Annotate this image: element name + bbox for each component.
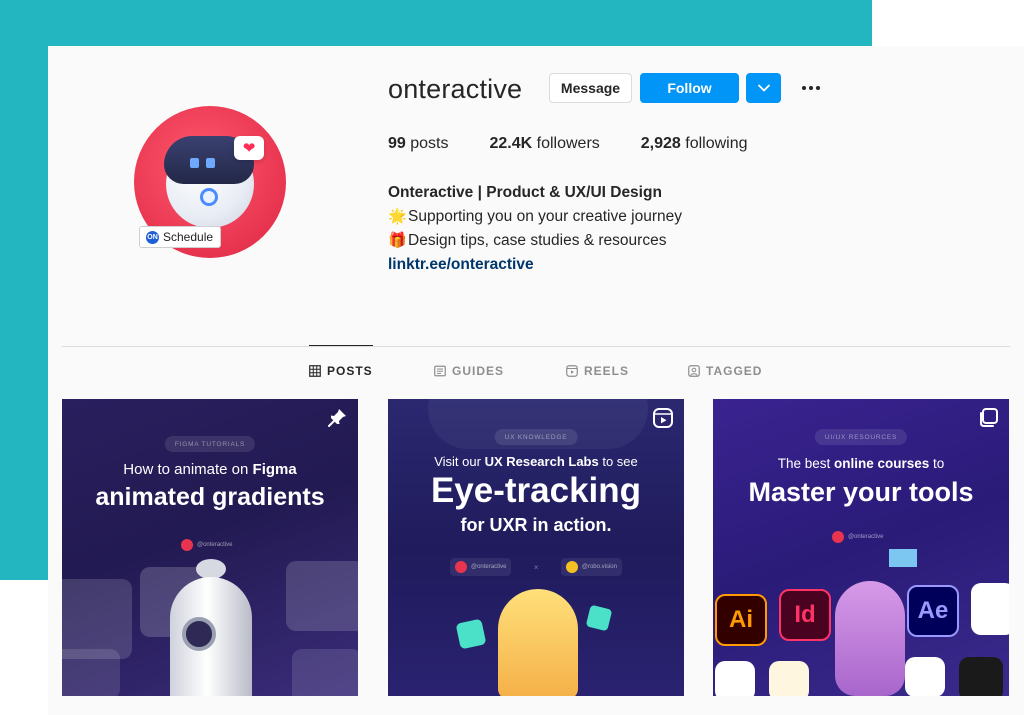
post-tile-3[interactable]: UI/UX RESOURCES The best online courses … <box>713 399 1009 696</box>
tab-posts[interactable]: POSTS <box>309 364 373 378</box>
profile-tabs: POSTS GUIDES REELS TAGGED <box>48 364 1024 384</box>
posts-label: posts <box>405 135 449 152</box>
tab-guides-label: GUIDES <box>452 364 505 378</box>
more-options-icon[interactable] <box>798 73 824 103</box>
robot-ring-icon <box>200 188 218 206</box>
carousel-icon <box>980 408 998 427</box>
post-2-line-1: Visit our UX Research Labs to see <box>434 454 638 469</box>
tagged-icon <box>688 365 700 377</box>
bio-line-1: 🌟Supporting you on your creative journey <box>388 205 682 229</box>
bio-line-2-text: Design tips, case studies & resources <box>408 232 667 249</box>
post-1-line-1: How to animate on Figma <box>123 461 297 478</box>
post-1-headline: animated gradients <box>95 483 325 511</box>
followers-count: 22.4K <box>489 135 533 152</box>
follow-button[interactable]: Follow <box>640 73 739 103</box>
username: onteractive <box>388 74 523 104</box>
post-tile-2[interactable]: UX KNOWLEDGE Visit our UX Research Labs … <box>388 399 684 696</box>
schedule-label: Schedule <box>163 230 214 244</box>
person-illustration <box>498 589 578 696</box>
following-count: 2,928 <box>640 135 681 152</box>
app-icon <box>905 657 945 696</box>
post-2-handles: @onteractive × @robo.vision <box>450 556 622 578</box>
onteractive-logo-icon <box>455 561 467 573</box>
star-icon: 🌟 <box>388 208 407 225</box>
following-label: following <box>680 135 748 152</box>
post-2-line-3: for UXR in action. <box>460 515 612 535</box>
indesign-app-icon: Id <box>779 589 831 641</box>
posts-stat[interactable]: 99 posts <box>388 135 448 153</box>
post-1-handle: @onteractive <box>181 539 232 551</box>
procreate-app-icon <box>959 657 1003 696</box>
post-1-category: FIGMA TUTORIALS <box>164 436 256 452</box>
figma-app-icon <box>715 661 755 696</box>
post-3-headline: Master your tools <box>748 477 974 507</box>
post-tile-1[interactable]: FIGMA TUTORIALS How to animate on Figma … <box>62 399 358 696</box>
flag-illustration <box>889 549 917 567</box>
message-button[interactable]: Message <box>549 73 632 103</box>
tab-reels-label: REELS <box>584 364 630 378</box>
reels-icon <box>653 408 673 428</box>
following-stat[interactable]: 2,928 following <box>641 135 748 153</box>
post-3-category: UI/UX RESOURCES <box>814 429 908 445</box>
schedule-logo-icon: ON <box>146 230 159 244</box>
tab-tagged[interactable]: TAGGED <box>688 364 762 378</box>
posts-count: 99 <box>388 135 406 152</box>
decor-cube <box>455 618 487 650</box>
followers-stat[interactable]: 22.4K followers <box>489 135 599 153</box>
guides-icon <box>434 365 446 377</box>
decor-card <box>62 649 120 696</box>
onteractive-logo-icon <box>181 539 193 551</box>
followers-label: followers <box>532 135 600 152</box>
suggested-dropdown-button[interactable] <box>746 73 781 103</box>
illustrator-app-icon: Ai <box>715 594 767 646</box>
robot-eye-left <box>190 158 199 168</box>
active-tab-indicator <box>309 345 373 346</box>
rocket-window <box>182 617 216 651</box>
bio-name: Onteractive | Product & UX/UI Design <box>388 184 662 201</box>
grid-icon <box>309 365 321 377</box>
bio-line-1-text: Supporting you on your creative journey <box>408 208 682 225</box>
profile-card: ❤ ON Schedule onteractive Message Follow… <box>48 46 1024 715</box>
robot-eye-right <box>206 158 215 168</box>
bio: Onteractive | Product & UX/UI Design 🌟Su… <box>388 181 682 277</box>
decor-card <box>62 579 132 659</box>
app-icon <box>971 583 1009 635</box>
bio-link[interactable]: linktr.ee/onteractive <box>388 256 534 273</box>
decor-card <box>286 561 358 631</box>
after-effects-app-icon: Ae <box>907 585 959 637</box>
partner-logo-icon <box>565 561 578 573</box>
schedule-badge[interactable]: ON Schedule <box>139 226 222 248</box>
rocket-tip <box>196 559 226 579</box>
chevron-down-icon <box>757 84 770 92</box>
post-3-line-1: The best online courses to <box>777 456 945 471</box>
profile-stats: 99 posts 22.4K followers 2,928 following <box>388 135 789 153</box>
bio-line-2: 🎁Design tips, case studies & resources <box>388 229 682 253</box>
pin-icon <box>328 409 346 427</box>
decor-card <box>292 649 358 696</box>
tab-guides[interactable]: GUIDES <box>434 364 504 378</box>
tab-tagged-label: TAGGED <box>706 364 763 378</box>
tab-reels[interactable]: REELS <box>566 364 629 378</box>
post-3-handle: @onteractive <box>832 531 883 543</box>
gift-icon: 🎁 <box>388 232 407 249</box>
heart-icon: ❤ <box>234 136 264 160</box>
post-2-category: UX KNOWLEDGE <box>494 429 578 445</box>
reels-icon <box>566 365 578 377</box>
decor-cube <box>585 604 613 632</box>
post-2-headline: Eye-tracking <box>430 471 642 510</box>
onteractive-logo-icon <box>832 531 844 543</box>
sketch-app-icon <box>769 661 809 696</box>
tab-posts-label: POSTS <box>327 364 373 378</box>
monster-illustration <box>835 581 905 696</box>
tabs-divider <box>62 346 1010 347</box>
